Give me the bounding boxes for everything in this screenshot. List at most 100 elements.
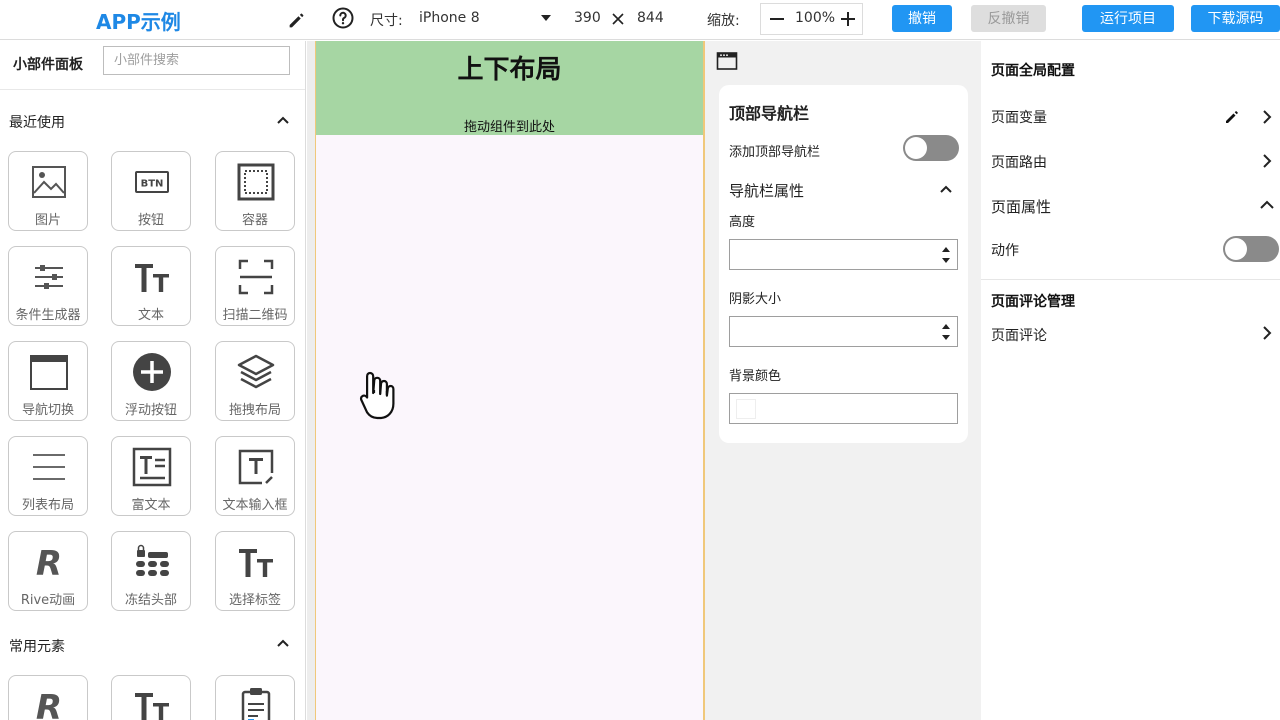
size-label: 尺寸: [370, 13, 403, 29]
edit-pencil-icon[interactable] [286, 9, 308, 31]
widget-tile-fab[interactable]: 浮动按钮 [111, 341, 191, 421]
page-variables-item[interactable]: 页面变量 [991, 107, 1047, 127]
zoom-value: 100% [795, 10, 836, 26]
chevron-up-icon[interactable] [1258, 196, 1276, 214]
widget-tile-label: 条件生成器 [15, 308, 81, 323]
times-icon [612, 13, 624, 25]
navbar-card-title: 顶部导航栏 [729, 104, 810, 123]
svg-text:R: R [36, 688, 62, 720]
widget-tile-label: 文本输入框 [222, 498, 288, 513]
height-value[interactable]: 844 [637, 10, 664, 26]
global-config-heading: 页面全局配置 [991, 63, 1075, 79]
widget-tile-select-tag[interactable]: 选择标签 [215, 531, 295, 611]
widget-search-input[interactable] [103, 46, 290, 75]
add-circle-icon [133, 353, 171, 391]
widget-tile-rich-text[interactable]: 富文本 [111, 436, 191, 516]
panel-divider [0, 89, 305, 90]
toggle-knob [905, 137, 927, 159]
rive-icon: R [36, 544, 62, 582]
widget-tile-nav-switch[interactable]: 导航切换 [8, 341, 88, 421]
widget-tile-label: Rive动画 [20, 593, 76, 608]
zoom-in-icon[interactable] [839, 10, 857, 28]
zoom-out-icon[interactable] [768, 10, 786, 28]
text-icon [135, 264, 169, 292]
text-icon [239, 549, 273, 577]
widget-tile-rive[interactable]: R Rive动画 [8, 531, 88, 611]
widget-tile-list-layout[interactable]: 列表布局 [8, 436, 88, 516]
container-icon [237, 163, 275, 201]
download-source-button[interactable]: 下载源码 [1191, 5, 1280, 32]
widget-tile-text[interactable]: 文本 [111, 246, 191, 326]
widget-tile-label: 富文本 [131, 498, 171, 513]
redo-button[interactable]: 反撤销 [971, 5, 1046, 32]
text-field-icon [238, 449, 274, 485]
add-navbar-toggle[interactable] [903, 135, 959, 161]
page-properties-item[interactable]: 页面属性 [991, 196, 1051, 217]
chevron-right-icon[interactable] [1258, 324, 1276, 342]
height-input[interactable] [729, 239, 958, 270]
widget-tile-label: 拖拽布局 [228, 403, 281, 418]
spinner-arrows-icon[interactable] [941, 321, 951, 343]
widget-tile-image[interactable]: 图片 [8, 151, 88, 231]
action-toggle[interactable] [1223, 236, 1279, 262]
help-icon[interactable] [331, 6, 355, 30]
toggle-knob [1225, 238, 1247, 260]
run-project-button[interactable]: 运行项目 [1082, 5, 1174, 32]
device-select[interactable]: iPhone 8 [419, 10, 480, 26]
layers-icon [237, 354, 275, 389]
chevron-up-icon[interactable] [274, 111, 292, 129]
rive-icon: R [36, 688, 62, 720]
bg-color-label: 背景颜色 [729, 369, 782, 384]
widget-tile-container[interactable]: 容器 [215, 151, 295, 231]
widget-tile-label: 浮动按钮 [124, 403, 177, 418]
page-comments-item[interactable]: 页面评论 [991, 325, 1047, 345]
widget-tile-label: 选择标签 [228, 593, 281, 608]
widget-tile-drag-layout[interactable]: 拖拽布局 [215, 341, 295, 421]
menu-lines-icon [33, 454, 65, 480]
recent-heading: 最近使用 [9, 115, 65, 131]
width-value[interactable]: 390 [574, 10, 601, 26]
widget-tile-label: 按钮 [137, 213, 164, 228]
widget-tile-condition-builder[interactable]: 条件生成器 [8, 246, 88, 326]
widget-tile-label: 文本 [137, 308, 164, 323]
panel-divider [981, 279, 1280, 280]
page-routes-item[interactable]: 页面路由 [991, 152, 1047, 172]
page-config-panel: 页面全局配置 页面变量 页面路由 页面属性 动作 页面评论管理 页面评论 [981, 41, 1280, 720]
widget-tile-text-input[interactable]: 文本输入框 [215, 436, 295, 516]
chevron-right-icon[interactable] [1258, 152, 1276, 170]
layout-header-area[interactable]: 上下布局 拖动组件到此处 [316, 41, 703, 135]
app-title: APP示例 [96, 10, 181, 34]
widget-tile-button[interactable]: BTN 按钮 [111, 151, 191, 231]
layout-title: 上下布局 [457, 55, 562, 85]
caret-down-icon[interactable] [540, 13, 552, 23]
shadow-label: 阴影大小 [729, 292, 782, 307]
rich-text-icon [132, 447, 172, 487]
widget-panel: 小部件面板 最近使用 图片 BTN 按钮 容器 [0, 41, 306, 720]
widget-tile-clipboard[interactable] [215, 675, 295, 720]
drop-hint: 拖动组件到此处 [463, 120, 555, 135]
chevron-up-icon[interactable] [274, 634, 292, 652]
widget-tile-label: 容器 [241, 213, 268, 228]
chevron-up-icon[interactable] [937, 180, 955, 198]
navbar-props-heading[interactable]: 导航栏属性 [729, 180, 804, 201]
widget-tile-scan-qr[interactable]: 扫描二维码 [215, 246, 295, 326]
widget-tile-text[interactable] [111, 675, 191, 720]
widget-tile-label: 图片 [34, 213, 61, 228]
lock-grid-icon [136, 544, 169, 576]
undo-button[interactable]: 撤销 [892, 5, 952, 32]
shadow-input[interactable] [729, 316, 958, 347]
top-toolbar: APP示例 尺寸: iPhone 8 390 844 缩放: 100% 撤销 反… [0, 0, 1280, 40]
widget-tile-label: 导航切换 [21, 403, 74, 418]
edit-pencil-icon[interactable] [1223, 108, 1241, 126]
window-icon[interactable] [716, 51, 738, 71]
btn-icon: BTN [135, 171, 169, 193]
svg-text:BTN: BTN [141, 179, 164, 190]
widget-tile-rive[interactable]: R [8, 675, 88, 720]
color-swatch[interactable] [736, 399, 756, 419]
scan-icon [238, 259, 274, 295]
widget-tile-label: 扫描二维码 [222, 308, 288, 323]
widget-tile-frozen-header[interactable]: 冻结头部 [111, 531, 191, 611]
spinner-arrows-icon[interactable] [941, 244, 951, 266]
bg-color-input[interactable] [729, 393, 958, 424]
chevron-right-icon[interactable] [1258, 108, 1276, 126]
